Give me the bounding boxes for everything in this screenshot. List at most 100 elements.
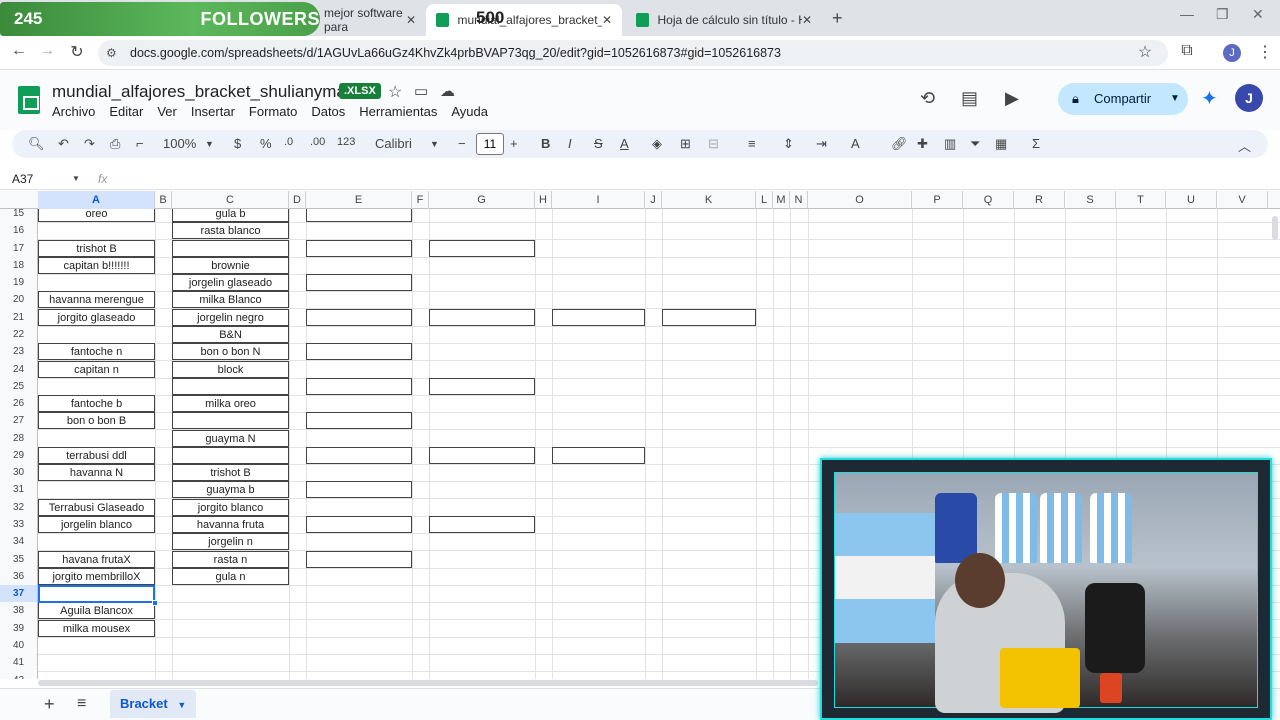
scrollbar-thumb[interactable]	[38, 680, 818, 686]
bracket-cell[interactable]	[429, 516, 535, 533]
bracket-cell[interactable]	[306, 240, 412, 257]
bracket-cell[interactable]	[429, 309, 535, 326]
undo-icon[interactable]: ↶	[58, 136, 69, 152]
bracket-cell[interactable]	[552, 309, 645, 326]
bracket-cell[interactable]: rasta n	[172, 551, 289, 568]
row-header-22[interactable]: 22	[0, 326, 37, 343]
row-header-34[interactable]: 34	[0, 533, 37, 550]
bracket-cell[interactable]	[306, 447, 412, 464]
share-button[interactable]: 🔒︎ Compartir ▼	[1058, 83, 1188, 115]
row-header-37[interactable]: 37	[0, 585, 37, 602]
menu-formato[interactable]: Formato	[249, 104, 297, 119]
menu-datos[interactable]: Datos	[311, 104, 345, 119]
bracket-cell[interactable]	[306, 481, 412, 498]
move-folder-icon[interactable]: ▭	[414, 82, 428, 100]
close-icon[interactable]: ✕	[602, 13, 612, 27]
maximize-icon[interactable]: ❐	[1216, 6, 1229, 23]
row-header-39[interactable]: 39	[0, 620, 37, 637]
bracket-cell[interactable]: Terrabusi Glaseado	[38, 499, 155, 516]
bracket-cell[interactable]	[429, 240, 535, 257]
sheet-tab-bracket[interactable]: Bracket ▼	[110, 690, 196, 718]
bracket-cell[interactable]	[172, 378, 289, 395]
column-header-d[interactable]: D	[289, 191, 306, 209]
browser-tab-2[interactable]: mundial_alfajores_bracket_shul ✕	[426, 4, 622, 36]
close-window-icon[interactable]: ✕	[1252, 6, 1264, 23]
meet-icon[interactable]: ▶	[1005, 88, 1019, 109]
bracket-cell[interactable]: B&N	[172, 326, 289, 343]
row-header-21[interactable]: 21	[0, 309, 37, 326]
bracket-cell[interactable]	[306, 274, 412, 291]
chevron-down-icon[interactable]: ▼	[72, 174, 80, 183]
add-sheet-icon[interactable]: +	[44, 694, 55, 715]
column-header-o[interactable]: O	[808, 191, 912, 209]
row-header-25[interactable]: 25	[0, 378, 37, 395]
row-header-36[interactable]: 36	[0, 568, 37, 585]
collapse-toolbar-icon[interactable]: ︿	[1238, 136, 1251, 155]
column-header-u[interactable]: U	[1166, 191, 1217, 209]
browser-menu-icon[interactable]: ⋮	[1254, 42, 1276, 62]
italic-icon[interactable]: I	[568, 136, 572, 151]
row-header-15[interactable]: 15	[0, 209, 37, 222]
bracket-cell[interactable]	[306, 412, 412, 429]
bookmark-star-icon[interactable]: ☆	[1134, 42, 1156, 62]
gemini-icon[interactable]: ✦	[1201, 86, 1218, 111]
name-box[interactable]: A37	[12, 172, 33, 186]
bracket-cell[interactable]	[306, 516, 412, 533]
bracket-cell[interactable]: jorgito glaseado	[38, 309, 155, 326]
close-icon[interactable]: ✕	[406, 13, 416, 27]
bracket-cell[interactable]	[306, 343, 412, 360]
chevron-down-icon[interactable]: ▼	[1170, 83, 1180, 115]
paint-format-icon[interactable]: ⌐	[136, 136, 144, 151]
bracket-cell[interactable]	[429, 447, 535, 464]
bracket-cell[interactable]: gula b	[172, 209, 289, 222]
bracket-cell[interactable]: jorgito membrilloX	[38, 568, 155, 585]
column-header-e[interactable]: E	[306, 191, 412, 209]
fill-handle[interactable]	[152, 600, 158, 606]
menu-ver[interactable]: Ver	[157, 104, 177, 119]
comments-icon[interactable]: ▤	[961, 88, 978, 109]
column-header-s[interactable]: S	[1065, 191, 1116, 209]
back-icon[interactable]: ←	[8, 42, 30, 60]
chevron-down-icon[interactable]: ▼	[430, 139, 439, 149]
bracket-cell[interactable]	[306, 309, 412, 326]
row-header-28[interactable]: 28	[0, 430, 37, 447]
row-header-16[interactable]: 16	[0, 222, 37, 239]
bracket-cell[interactable]: havanna merengue	[38, 291, 155, 308]
row-header-33[interactable]: 33	[0, 516, 37, 533]
bracket-cell[interactable]: havanna fruta	[172, 516, 289, 533]
horizontal-scrollbar[interactable]	[38, 679, 828, 687]
menu-ayuda[interactable]: Ayuda	[451, 104, 488, 119]
close-icon[interactable]: ✕	[802, 13, 812, 27]
bracket-cell[interactable]	[172, 240, 289, 257]
row-header-29[interactable]: 29	[0, 447, 37, 464]
currency-format-button[interactable]: $	[234, 136, 241, 151]
bracket-cell[interactable]: terrabusi ddl	[38, 447, 155, 464]
column-header-b[interactable]: B	[155, 191, 172, 209]
bracket-cell[interactable]: guayma b	[172, 481, 289, 498]
menu-herramientas[interactable]: Herramientas	[359, 104, 437, 119]
column-header-r[interactable]: R	[1014, 191, 1065, 209]
row-header-40[interactable]: 40	[0, 637, 37, 654]
print-icon[interactable]: ⎙	[110, 136, 120, 152]
site-info-icon[interactable]: ⚙	[106, 46, 117, 60]
row-header-19[interactable]: 19	[0, 274, 37, 291]
menu-editar[interactable]: Editar	[109, 104, 143, 119]
bracket-cell[interactable]: guayma N	[172, 430, 289, 447]
decrease-decimal-button[interactable]: .0	[284, 136, 293, 148]
insert-chart-icon[interactable]: ▥	[944, 136, 956, 152]
bracket-cell[interactable]: jorgelin glaseado	[172, 274, 289, 291]
row-header-32[interactable]: 32	[0, 499, 37, 516]
bracket-cell[interactable]: havanna N	[38, 464, 155, 481]
bracket-cell[interactable]: jorgito blanco	[172, 499, 289, 516]
bracket-cell[interactable]: gula n	[172, 568, 289, 585]
menu-archivo[interactable]: Archivo	[52, 104, 95, 119]
zoom-select[interactable]: 100%	[163, 136, 196, 151]
bracket-cell[interactable]: jorgelin negro	[172, 309, 289, 326]
chevron-down-icon[interactable]: ▼	[177, 700, 186, 710]
selected-cell[interactable]	[38, 585, 155, 603]
column-header-k[interactable]: K	[662, 191, 756, 209]
row-header-20[interactable]: 20	[0, 291, 37, 308]
bracket-cell[interactable]: milka mousex	[38, 620, 155, 637]
url-field[interactable]: docs.google.com/spreadsheets/d/1AGUvLa66…	[98, 40, 1168, 66]
bracket-cell[interactable]	[306, 551, 412, 568]
